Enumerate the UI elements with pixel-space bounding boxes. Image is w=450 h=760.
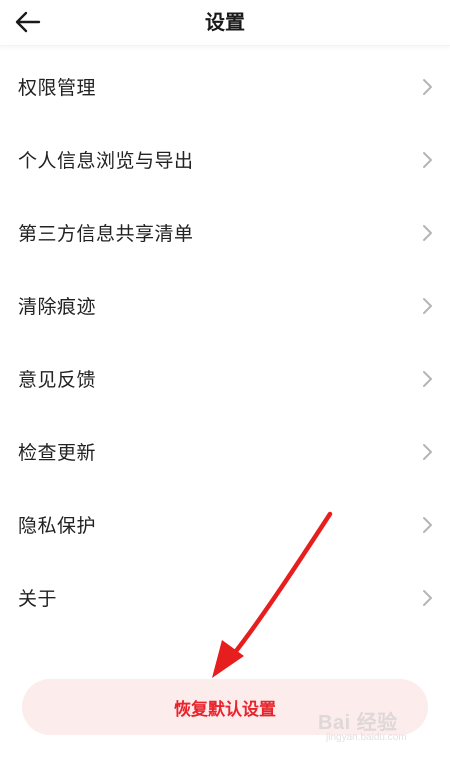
settings-item-label: 隐私保护 xyxy=(18,515,97,537)
settings-item-third-party-sharing[interactable]: 第三方信息共享清单 xyxy=(0,196,450,269)
settings-item-feedback[interactable]: 意见反馈 xyxy=(0,342,450,415)
settings-item-label: 第三方信息共享清单 xyxy=(18,223,194,245)
settings-item-permissions[interactable]: 权限管理 xyxy=(0,50,450,123)
restore-defaults-label: 恢复默认设置 xyxy=(174,699,276,720)
chevron-right-icon xyxy=(423,297,432,314)
chevron-right-icon xyxy=(423,370,432,387)
top-bar: 设置 xyxy=(0,0,450,46)
chevron-right-icon xyxy=(423,151,432,168)
settings-item-about[interactable]: 关于 xyxy=(0,561,450,634)
page-title: 设置 xyxy=(205,10,245,34)
settings-item-check-update[interactable]: 检查更新 xyxy=(0,415,450,488)
chevron-right-icon xyxy=(423,589,432,606)
settings-item-label: 权限管理 xyxy=(18,77,97,99)
settings-item-label: 检查更新 xyxy=(18,442,97,464)
settings-item-label: 关于 xyxy=(18,588,58,610)
settings-item-label: 意见反馈 xyxy=(18,369,97,391)
settings-list: 权限管理 个人信息浏览与导出 第三方信息共享清单 清除痕迹 意见反馈 检查更新 … xyxy=(0,50,450,634)
restore-defaults-button[interactable]: 恢复默认设置 xyxy=(22,679,428,735)
chevron-right-icon xyxy=(423,443,432,460)
back-button[interactable] xyxy=(10,4,46,40)
arrow-left-icon xyxy=(15,11,41,33)
settings-item-clear-history[interactable]: 清除痕迹 xyxy=(0,269,450,342)
settings-item-label: 清除痕迹 xyxy=(18,296,97,318)
chevron-right-icon xyxy=(423,224,432,241)
settings-item-personal-info-export[interactable]: 个人信息浏览与导出 xyxy=(0,123,450,196)
chevron-right-icon xyxy=(423,78,432,95)
settings-item-label: 个人信息浏览与导出 xyxy=(18,150,194,172)
chevron-right-icon xyxy=(423,516,432,533)
settings-item-privacy[interactable]: 隐私保护 xyxy=(0,488,450,561)
